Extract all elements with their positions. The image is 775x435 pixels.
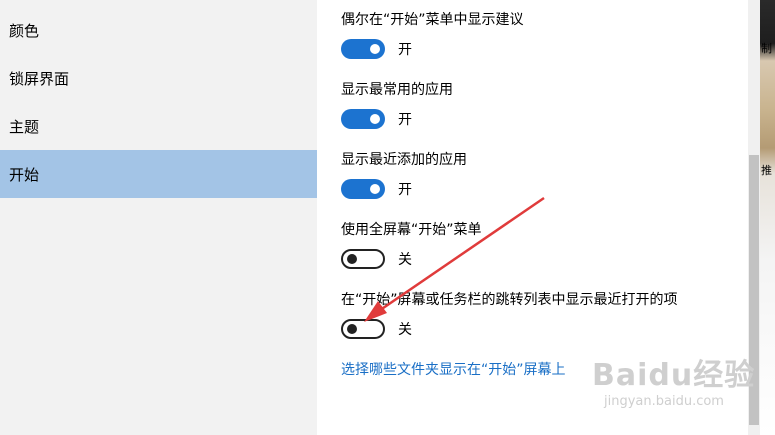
arrow-head xyxy=(364,301,387,322)
arrow-shaft xyxy=(369,196,545,319)
red-arrow-annotation xyxy=(364,196,545,322)
